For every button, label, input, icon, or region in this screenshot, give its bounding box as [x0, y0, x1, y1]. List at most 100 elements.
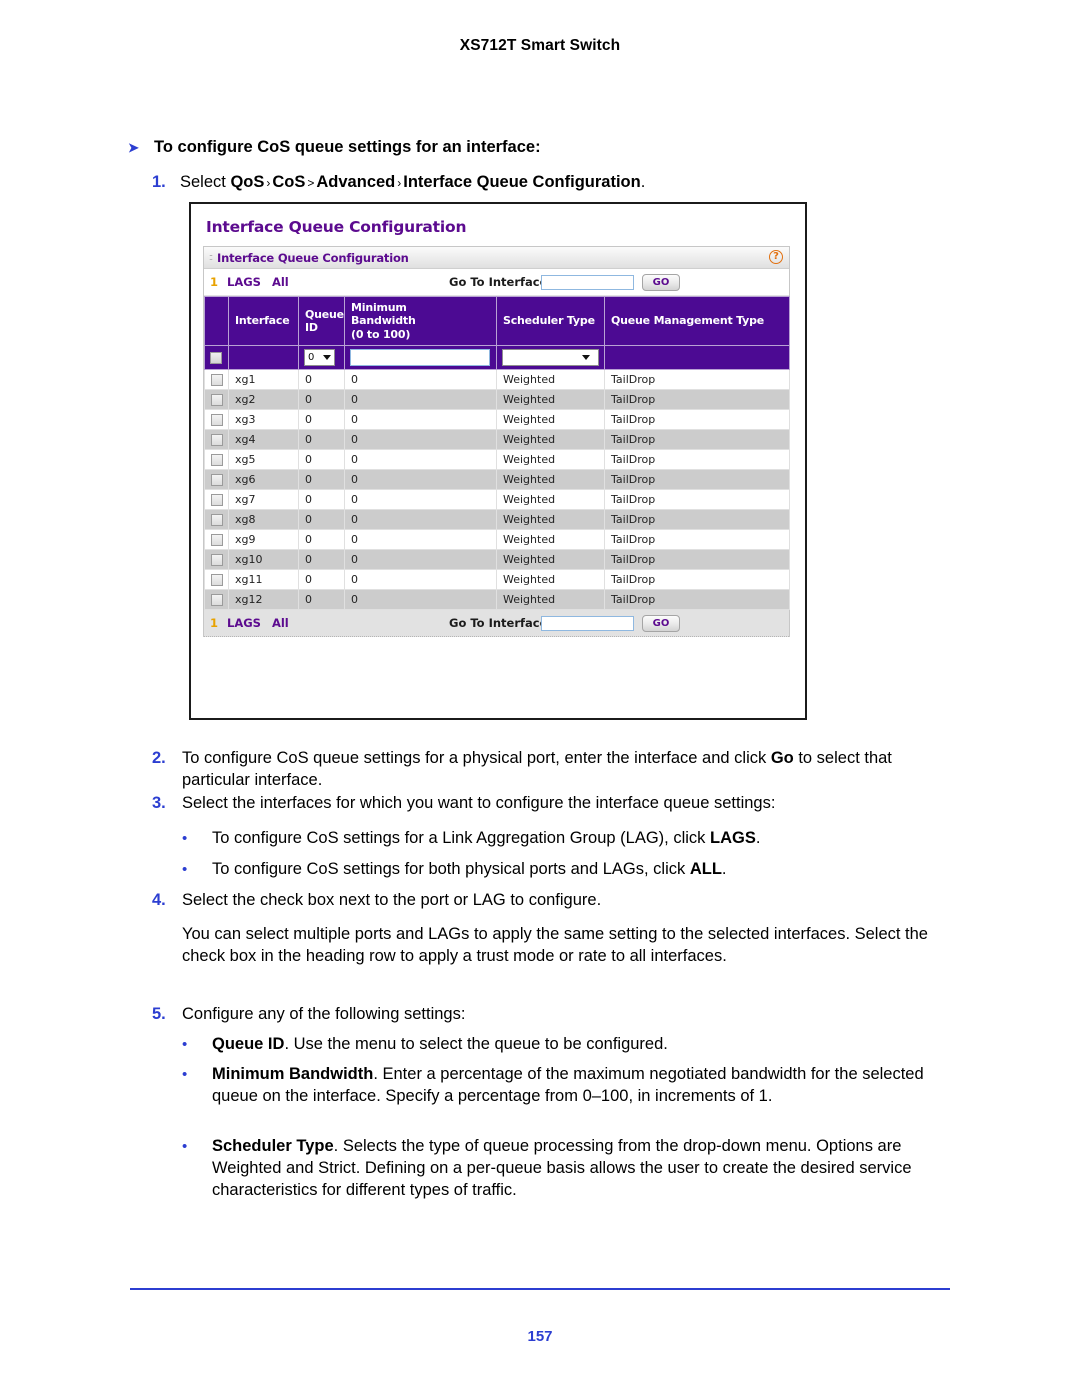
goto-interface-input-top[interactable] — [541, 274, 634, 290]
row-checkbox[interactable] — [211, 374, 223, 387]
table-edit-row: 0 — [204, 345, 790, 371]
bullet-lags: • To configure CoS settings for a Link A… — [182, 828, 982, 850]
row-select-cell[interactable] — [204, 449, 229, 471]
select-all-checkbox[interactable] — [210, 352, 222, 365]
row-select-cell[interactable] — [204, 389, 229, 411]
arrow-bullet-icon: ➤ — [128, 140, 139, 155]
row-checkbox[interactable] — [211, 594, 223, 607]
bullet-scheduler-type-text: Scheduler Type. Selects the type of queu… — [212, 1136, 972, 1202]
bullet-dot-icon: • — [182, 1066, 188, 1083]
step-4: 4. Select the check box next to the port… — [152, 890, 952, 912]
cell-minimum-bandwidth: 0 — [344, 569, 497, 591]
row-checkbox[interactable] — [211, 514, 223, 527]
step-1-trailing: . — [640, 173, 646, 191]
edit-row-scheduler-cell[interactable] — [496, 345, 605, 371]
page-index-top[interactable]: 1 — [210, 275, 218, 289]
cell-queue-management-type: TailDrop — [604, 569, 790, 591]
table-row: xg6 0 0 Weighted TailDrop — [204, 469, 790, 491]
cell-scheduler-type: Weighted — [496, 469, 605, 491]
minimum-bandwidth-input[interactable] — [350, 349, 490, 367]
row-select-cell[interactable] — [204, 489, 229, 511]
row-checkbox[interactable] — [211, 394, 223, 407]
drag-grip-icon[interactable]: :: — [209, 253, 213, 262]
cell-scheduler-type: Weighted — [496, 569, 605, 591]
cell-minimum-bandwidth: 0 — [344, 489, 497, 511]
running-head: XS712T Smart Switch — [459, 37, 621, 54]
table-row: xg2 0 0 Weighted TailDrop — [204, 389, 790, 411]
all-link-top[interactable]: All — [272, 275, 289, 289]
footer-divider — [130, 1288, 950, 1290]
row-checkbox[interactable] — [211, 414, 223, 427]
bullet-all: • To configure CoS settings for both phy… — [182, 859, 982, 881]
cell-interface: xg8 — [228, 509, 299, 531]
step-2: 2. To configure CoS queue settings for a… — [152, 748, 952, 792]
col-bandwidth-header-line3: (0 to 100) — [351, 327, 411, 341]
table-row: xg12 0 0 Weighted TailDrop — [204, 589, 790, 611]
queue-id-select[interactable]: 0 — [304, 349, 335, 367]
procedure-heading: ➤ To configure CoS queue settings for an… — [128, 138, 928, 157]
go-button-bottom[interactable]: GO — [642, 614, 680, 632]
step-4-text: Select the check box next to the port or… — [182, 891, 602, 909]
cell-queue-id: 0 — [298, 429, 345, 451]
panel-title: Interface Queue Configuration — [217, 250, 409, 265]
bullet-dot-icon: • — [182, 830, 188, 847]
row-select-cell[interactable] — [204, 529, 229, 551]
row-select-cell[interactable] — [204, 509, 229, 531]
row-checkbox[interactable] — [211, 574, 223, 587]
step-1-text: Select QoS › CoS > Advanced › Interface Queue … — [180, 173, 645, 192]
step-3: 3. Select the interfaces for which you w… — [152, 793, 982, 815]
table-body: 0 xg1 0 0 Weighted TailDrop xg2 0 0 Weighted Tail… — [204, 345, 790, 611]
row-checkbox[interactable] — [211, 494, 223, 507]
page-index-bottom[interactable]: 1 — [210, 616, 218, 630]
goto-interface-input-bottom[interactable] — [541, 615, 634, 631]
cell-queue-id: 0 — [298, 409, 345, 431]
chevron-down-icon — [323, 355, 331, 361]
bullet-lags-part2: . — [755, 829, 761, 847]
row-checkbox[interactable] — [211, 434, 223, 447]
lags-link-top[interactable]: LAGS — [227, 275, 261, 289]
step-1-lead: Select — [180, 173, 231, 191]
cell-minimum-bandwidth: 0 — [344, 469, 497, 491]
bullet-scheduler-type: • Scheduler Type. Selects the type of qu… — [182, 1136, 972, 1202]
help-question-icon[interactable]: ? — [769, 250, 783, 264]
bullet-queue-id: • Queue ID. Use the menu to select the q… — [182, 1034, 972, 1056]
row-checkbox[interactable] — [211, 534, 223, 547]
bullet-all-part2: . — [721, 860, 727, 878]
bullet-minimum-bandwidth-bold: Minimum Bandwidth — [212, 1065, 374, 1083]
interface-queue-configuration-panel: :: Interface Queue Configuration ? 1 LAG… — [203, 246, 790, 638]
goto-interface-label-top: Go To Interface — [449, 275, 548, 289]
row-checkbox[interactable] — [211, 554, 223, 567]
scheduler-type-select[interactable] — [502, 349, 599, 367]
cell-minimum-bandwidth: 0 — [344, 509, 497, 531]
row-select-cell[interactable] — [204, 549, 229, 571]
edit-row-queue-id-cell[interactable]: 0 — [298, 345, 345, 371]
row-select-cell[interactable] — [204, 469, 229, 491]
cell-queue-management-type: TailDrop — [604, 409, 790, 431]
row-checkbox[interactable] — [211, 454, 223, 467]
bullet-all-part1: To configure CoS settings for both physi… — [212, 860, 690, 878]
edit-row-bandwidth-cell[interactable] — [344, 345, 497, 371]
chevron-down-icon — [582, 355, 590, 361]
step-5-text: Configure any of the following settings: — [182, 1005, 466, 1023]
cell-interface: xg3 — [228, 409, 299, 431]
bullet-all-text: To configure CoS settings for both physi… — [212, 859, 727, 881]
menu-path-qos: QoS — [230, 173, 265, 191]
cell-queue-management-type: TailDrop — [604, 469, 790, 491]
menu-path-advanced: Advanced — [316, 173, 396, 191]
cell-queue-management-type: TailDrop — [604, 369, 790, 391]
all-link-bottom[interactable]: All — [272, 616, 289, 630]
row-checkbox[interactable] — [211, 474, 223, 487]
col-bandwidth-header-line1: Minimum — [351, 301, 407, 314]
go-button-top[interactable]: GO — [642, 273, 680, 291]
cell-queue-id: 0 — [298, 589, 345, 611]
edit-row-select-cell[interactable] — [204, 345, 229, 371]
lags-link-bottom[interactable]: LAGS — [227, 616, 261, 630]
row-select-cell[interactable] — [204, 429, 229, 451]
cell-interface: xg9 — [228, 529, 299, 551]
row-select-cell[interactable] — [204, 369, 229, 391]
step-2-bold-go: Go — [770, 749, 794, 767]
step-1: 1. Select QoS › CoS > Advanced › Interface Que… — [152, 173, 972, 192]
row-select-cell[interactable] — [204, 409, 229, 431]
row-select-cell[interactable] — [204, 589, 229, 611]
row-select-cell[interactable] — [204, 569, 229, 591]
